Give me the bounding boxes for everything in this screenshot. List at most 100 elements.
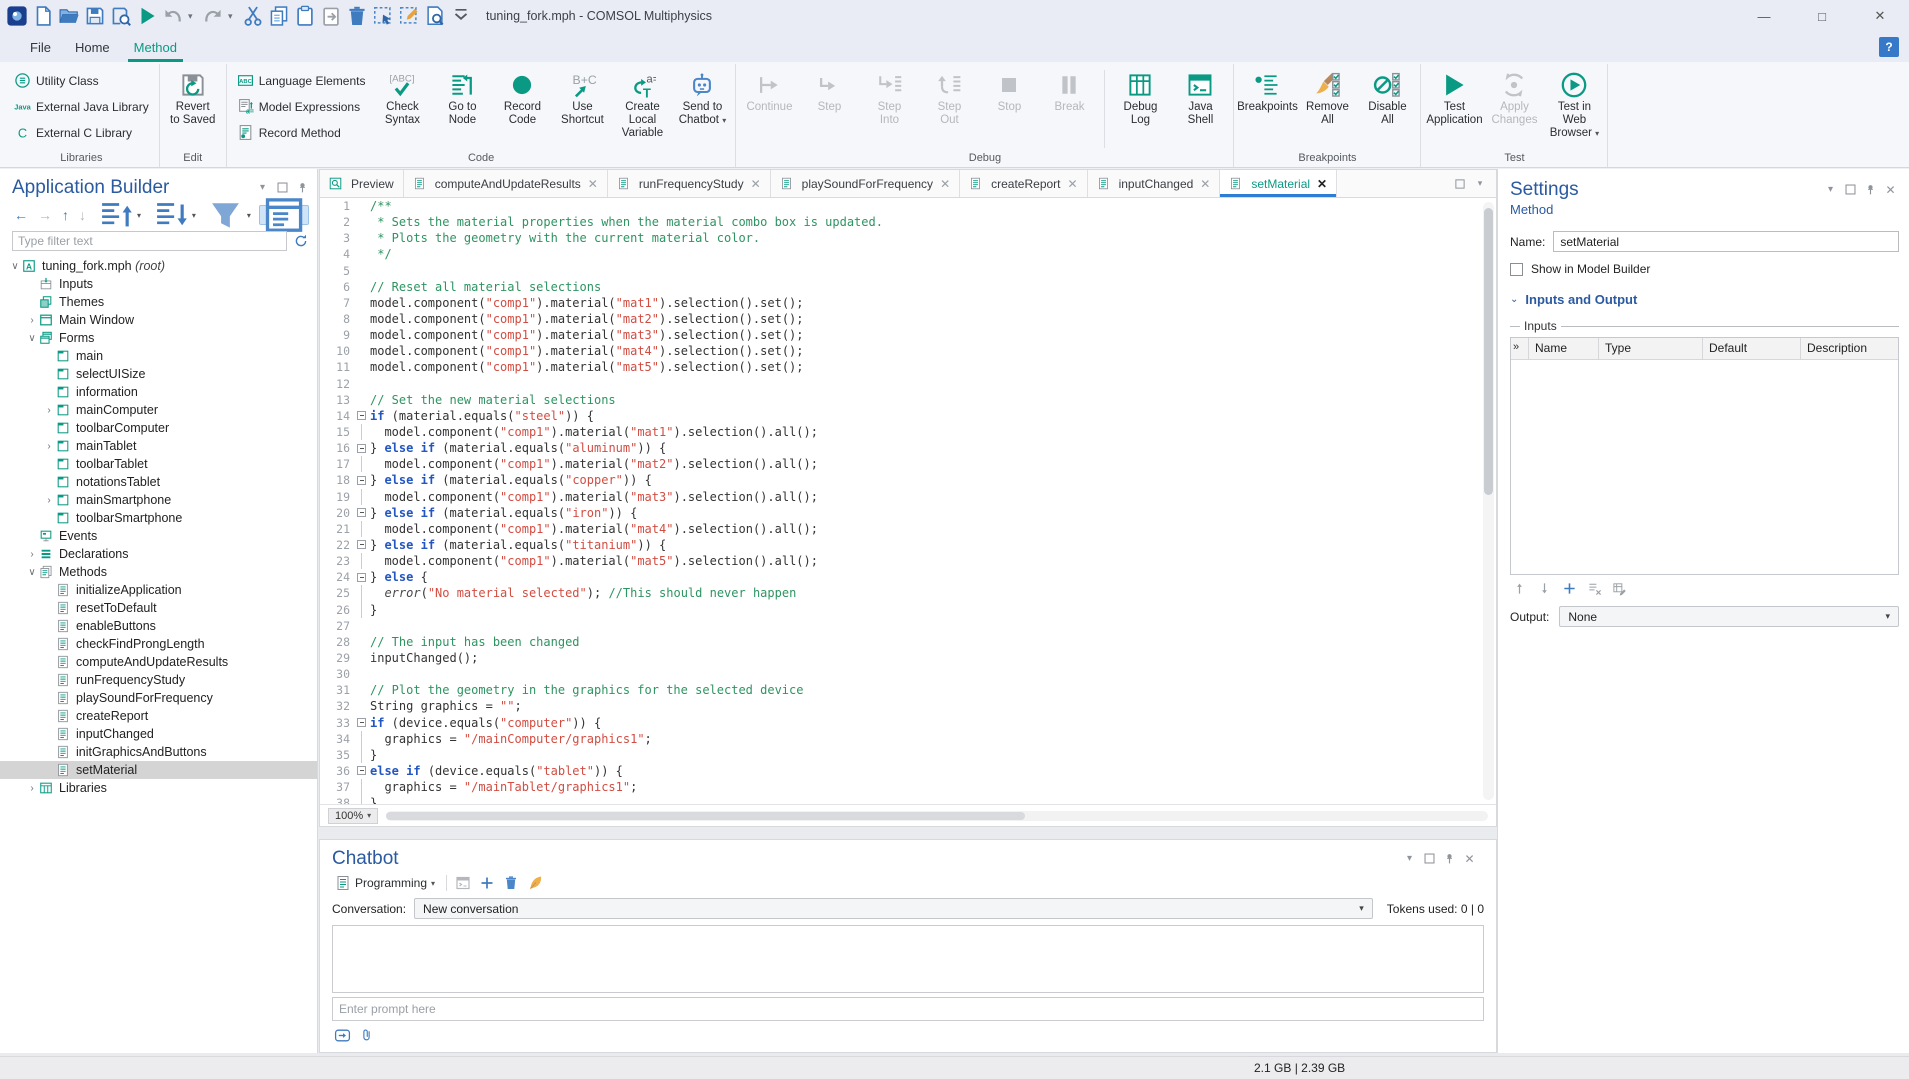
tree-expander-icon[interactable]: ∨: [8, 261, 22, 272]
code-line-38[interactable]: 38}: [320, 795, 1496, 804]
save-button[interactable]: [84, 5, 106, 27]
menu-tab-method[interactable]: Method: [122, 32, 189, 62]
ribbon-button-external-c-library[interactable]: CExternal C Library: [8, 120, 155, 145]
expand-all-button[interactable]: ▾: [149, 205, 198, 225]
menu-tab-home[interactable]: Home: [63, 32, 122, 62]
ribbon-button-send-to-chatbot[interactable]: Send to Chatbot ▾: [673, 68, 731, 128]
chatbot-mode-select[interactable]: Programming ▾: [332, 874, 438, 892]
horizontal-scrollbar[interactable]: [386, 811, 1488, 821]
method-name-field[interactable]: [1553, 231, 1899, 252]
tree-expander-icon[interactable]: ∨: [25, 567, 39, 578]
tree-expander-icon[interactable]: ›: [25, 315, 39, 326]
new-conversation-icon[interactable]: [479, 875, 495, 891]
code-line-6[interactable]: 6// Reset all material selections: [320, 279, 1496, 295]
undo-button[interactable]: [162, 5, 184, 27]
tree-item-checkFindProngLength[interactable]: checkFindProngLength: [0, 635, 317, 653]
close-panel-icon[interactable]: ✕: [1463, 852, 1476, 865]
tree-item-tuning_fork.mph[interactable]: ∨Atuning_fork.mph (root): [0, 257, 317, 275]
tree-item-mainTablet[interactable]: ›mainTablet: [0, 437, 317, 455]
code-line-21[interactable]: 21 model.component("comp1").material("ma…: [320, 521, 1496, 537]
minimize-button[interactable]: —: [1735, 0, 1793, 32]
pin-icon[interactable]: [1864, 183, 1877, 196]
fold-toggle-icon[interactable]: [354, 569, 370, 585]
ribbon-button-record-code[interactable]: Record Code: [493, 68, 551, 128]
code-line-20[interactable]: 20} else if (material.equals("iron")) {: [320, 505, 1496, 521]
tree-item-createReport[interactable]: createReport: [0, 707, 317, 725]
tree-item-selectUISize[interactable]: selectUISize: [0, 365, 317, 383]
refresh-filter-icon[interactable]: [293, 233, 309, 249]
ribbon-button-test-in-web-browser[interactable]: Test in Web Browser ▾: [1545, 68, 1603, 141]
code-line-2[interactable]: 2 * Sets the material properties when th…: [320, 214, 1496, 230]
move-down-button[interactable]: ↓: [77, 205, 88, 225]
fold-toggle-icon[interactable]: [354, 537, 370, 553]
fold-toggle-icon[interactable]: [354, 505, 370, 521]
tree-item-Inputs[interactable]: Inputs: [0, 275, 317, 293]
code-line-26[interactable]: 26}: [320, 602, 1496, 618]
float-window-icon[interactable]: [1423, 852, 1436, 865]
ribbon-button-test-application[interactable]: Test Application: [1425, 68, 1483, 128]
tree-item-mainComputer[interactable]: ›mainComputer: [0, 401, 317, 419]
tree-item-Libraries[interactable]: ›Libraries: [0, 779, 317, 797]
code-line-7[interactable]: 7model.component("comp1").material("mat1…: [320, 295, 1496, 311]
delete-input-icon[interactable]: [1587, 581, 1602, 596]
toolbar-menu-button[interactable]: [450, 5, 472, 27]
ribbon-button-use-shortcut[interactable]: B+CUse Shortcut: [553, 68, 611, 128]
tree-item-toolbarTablet[interactable]: toolbarTablet: [0, 455, 317, 473]
delete-button[interactable]: [346, 5, 368, 27]
conversation-history[interactable]: [332, 925, 1484, 993]
close-tab-icon[interactable]: ✕: [1317, 177, 1327, 191]
editor-tab-runFrequencyStudy[interactable]: runFrequencyStudy✕: [608, 170, 771, 197]
tree-item-resetToDefault[interactable]: resetToDefault: [0, 599, 317, 617]
insert-code-icon[interactable]: [455, 875, 471, 891]
close-tab-icon[interactable]: ✕: [588, 177, 598, 191]
zoom-control[interactable]: 100% ▾: [328, 808, 378, 824]
tree-item-Main Window[interactable]: ›Main Window: [0, 311, 317, 329]
panel-menu-icon[interactable]: ▾: [1824, 183, 1837, 196]
menu-tab-file[interactable]: File: [18, 32, 63, 62]
redo-button[interactable]: [202, 5, 224, 27]
code-line-36[interactable]: 36else if (device.equals("tablet")) {: [320, 763, 1496, 779]
ribbon-button-revert-to-saved[interactable]: Revert to Saved: [164, 68, 222, 128]
table-expand-icon[interactable]: »: [1511, 338, 1529, 359]
conversation-select[interactable]: New conversation ▾: [414, 898, 1373, 919]
fold-toggle-icon[interactable]: [354, 763, 370, 779]
ribbon-button-utility-class[interactable]: Utility Class: [8, 68, 155, 93]
code-line-4[interactable]: 4 */: [320, 246, 1496, 262]
ribbon-button-remove-all[interactable]: Remove All: [1298, 68, 1356, 128]
cut-button[interactable]: [242, 5, 264, 27]
ribbon-button-external-java-library[interactable]: JavaExternal Java Library: [8, 94, 155, 119]
scrollbar-thumb[interactable]: [386, 812, 1025, 820]
tree-item-mainSmartphone[interactable]: ›mainSmartphone: [0, 491, 317, 509]
ribbon-button-breakpoints[interactable]: Breakpoints: [1238, 68, 1296, 115]
editor-tab-playSoundForFrequency[interactable]: playSoundForFrequency✕: [771, 170, 960, 197]
tree-item-initializeApplication[interactable]: initializeApplication: [0, 581, 317, 599]
code-line-17[interactable]: 17 model.component("comp1").material("ma…: [320, 456, 1496, 472]
tree-item-playSoundForFrequency[interactable]: playSoundForFrequency: [0, 689, 317, 707]
code-line-28[interactable]: 28// The input has been changed: [320, 634, 1496, 650]
close-tab-icon[interactable]: ✕: [1200, 177, 1210, 191]
fold-toggle-icon[interactable]: [354, 408, 370, 424]
new-file-button[interactable]: [32, 5, 54, 27]
filter-input[interactable]: [12, 231, 287, 251]
column-header-type[interactable]: Type: [1599, 338, 1703, 359]
ribbon-button-java-shell[interactable]: Java Shell: [1171, 68, 1229, 128]
code-line-29[interactable]: 29inputChanged();: [320, 650, 1496, 666]
save-preview-button[interactable]: [110, 5, 132, 27]
code-line-5[interactable]: 5: [320, 263, 1496, 279]
tree-expander-icon[interactable]: ›: [25, 783, 39, 794]
code-line-35[interactable]: 35}: [320, 747, 1496, 763]
doc-search-button[interactable]: [424, 5, 446, 27]
go-forward-button[interactable]: →: [36, 205, 54, 225]
move-up-button[interactable]: ↑: [60, 205, 71, 225]
code-line-13[interactable]: 13// Set the new material selections: [320, 392, 1496, 408]
tree-item-Declarations[interactable]: ›Declarations: [0, 545, 317, 563]
tree-item-main[interactable]: main: [0, 347, 317, 365]
fold-toggle-icon[interactable]: [354, 715, 370, 731]
fold-toggle-icon[interactable]: [354, 472, 370, 488]
delete-conversation-icon[interactable]: [503, 875, 519, 891]
code-line-30[interactable]: 30: [320, 666, 1496, 682]
code-line-1[interactable]: 1/**: [320, 198, 1496, 214]
code-line-25[interactable]: 25 error("No material selected"); //This…: [320, 585, 1496, 601]
ribbon-button-go-to-node[interactable]: Go to Node: [433, 68, 491, 128]
code-line-15[interactable]: 15 model.component("comp1").material("ma…: [320, 424, 1496, 440]
